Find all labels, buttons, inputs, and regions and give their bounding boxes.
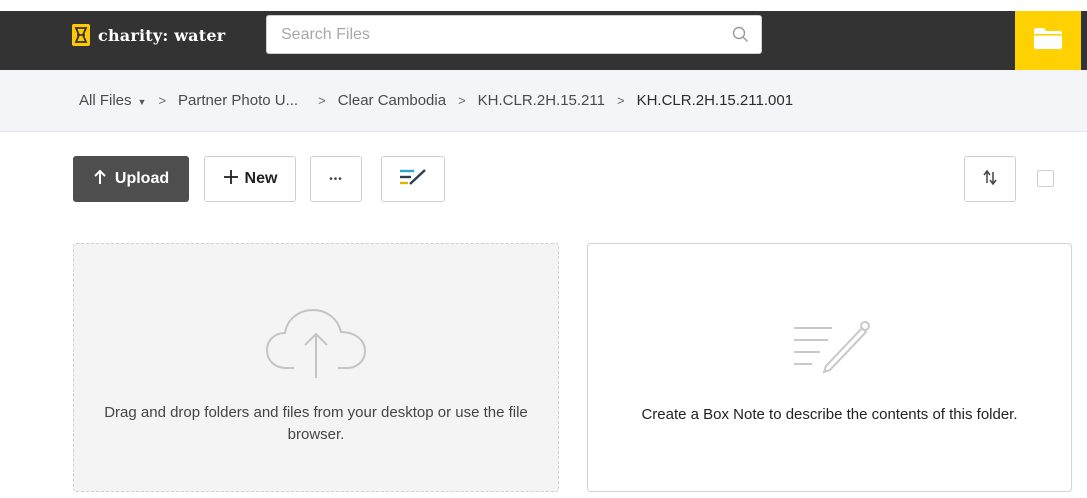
cloud-upload-icon (264, 306, 368, 385)
arrow-up-icon (93, 169, 107, 190)
breadcrumb-bar: All Files ▼ > Partner Photo U... > Clear … (0, 70, 1087, 132)
dropzone-text: Drag and drop folders and files from you… (104, 404, 528, 443)
breadcrumb-separator: > (318, 93, 326, 108)
upload-dropzone[interactable]: Drag and drop folders and files from you… (73, 243, 559, 492)
folder-button[interactable] (1015, 11, 1081, 70)
breadcrumb-item-all-files[interactable]: All Files ▼ (79, 92, 146, 109)
search-icon[interactable] (732, 26, 749, 48)
breadcrumb-separator: > (458, 93, 466, 108)
new-label: New (244, 170, 278, 187)
plus-icon (223, 169, 239, 190)
box-note-text: Create a Box Note to describe the conten… (641, 406, 1018, 423)
select-all-checkbox[interactable] (1037, 170, 1054, 187)
breadcrumb-item-current: KH.CLR.2H.15.211.001 (636, 92, 794, 109)
upload-button[interactable]: Upload (73, 156, 189, 202)
upload-label: Upload (114, 170, 170, 187)
sort-button[interactable] (964, 156, 1016, 202)
header-bar: charity: water (0, 11, 1087, 70)
breadcrumb: All Files ▼ > Partner Photo U... > Clear … (79, 92, 793, 109)
new-button[interactable]: New (204, 156, 296, 202)
search-box[interactable] (266, 15, 762, 54)
breadcrumb-item-clear-cambodia[interactable]: Clear Cambodia (338, 92, 446, 109)
more-dots-icon: ••• (329, 173, 343, 185)
more-options-button[interactable]: ••• (310, 156, 362, 202)
breadcrumb-separator: > (616, 93, 625, 108)
create-box-note-card[interactable]: Create a Box Note to describe the conten… (587, 243, 1072, 492)
caret-down-icon: ▼ (137, 97, 147, 107)
jerrycan-logo-icon (72, 24, 90, 46)
sort-icon (982, 169, 998, 190)
box-note-icon (398, 167, 428, 192)
note-pencil-icon (788, 318, 872, 379)
brand-name: charity: water (98, 25, 226, 45)
breadcrumb-item-kh-clr-211[interactable]: KH.CLR.2H.15.211 (478, 92, 605, 109)
breadcrumb-separator: > (158, 93, 167, 108)
brand[interactable]: charity: water (72, 22, 225, 48)
breadcrumb-item-partner-photo[interactable]: Partner Photo U... (178, 92, 298, 109)
search-input[interactable] (267, 16, 707, 53)
folder-icon (1033, 26, 1063, 55)
new-box-note-button[interactable] (381, 156, 445, 202)
top-edge (0, 0, 1087, 11)
